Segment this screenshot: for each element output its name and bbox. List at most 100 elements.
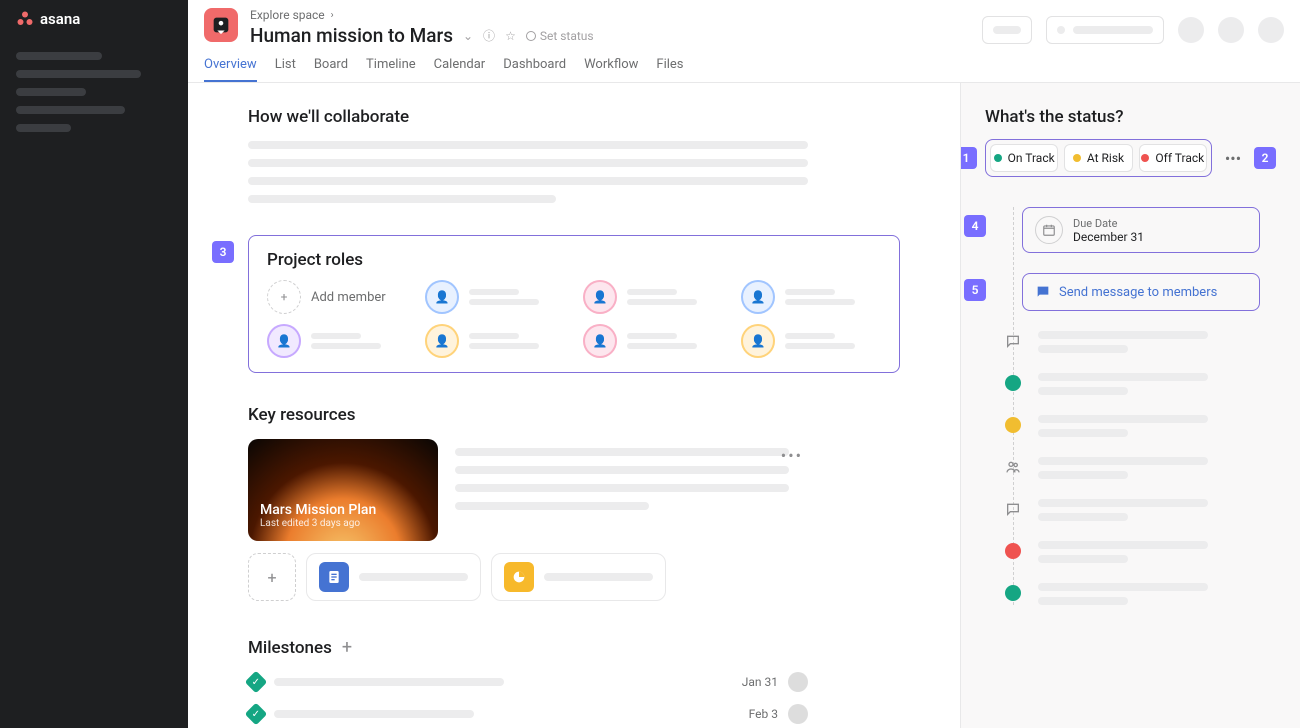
calendar-icon — [1035, 216, 1063, 244]
due-label: Due Date — [1073, 217, 1144, 230]
set-status-button[interactable]: Set status — [526, 29, 594, 43]
breadcrumb-parent[interactable]: Explore space — [250, 8, 325, 22]
status-at-risk[interactable]: At Risk — [1064, 144, 1132, 172]
status-dot-icon — [1005, 543, 1021, 559]
status-more-button[interactable]: ••• — [1218, 149, 1248, 168]
header-actions — [982, 16, 1284, 44]
brief-title: Mars Mission Plan — [260, 502, 426, 518]
dot-icon — [1073, 154, 1081, 162]
milestone-complete-icon: ✓ — [245, 703, 268, 726]
due-date-chip[interactable]: Due Date December 31 — [1022, 207, 1260, 253]
send-message-button[interactable]: Send message to members — [1022, 273, 1260, 311]
project-header: Explore space › Human mission to Mars ⌄ … — [188, 0, 1300, 83]
project-role-member[interactable]: 👤 — [267, 324, 407, 358]
brief-subtitle: Last edited 3 days ago — [260, 518, 426, 529]
tab-files[interactable]: Files — [656, 57, 683, 82]
avatar — [788, 672, 808, 692]
attachment-doc[interactable] — [306, 553, 481, 601]
tab-workflow[interactable]: Workflow — [584, 57, 638, 82]
project-role-member[interactable]: 👤 — [425, 324, 565, 358]
people-icon — [1005, 459, 1021, 475]
chat-icon — [1005, 333, 1021, 349]
tab-dashboard[interactable]: Dashboard — [503, 57, 566, 82]
annotation-4: 4 — [964, 215, 986, 237]
milestone-complete-icon: ✓ — [245, 671, 268, 694]
annotation-5: 5 — [964, 279, 986, 301]
add-milestone-button[interactable]: + — [342, 637, 352, 658]
status-on-track[interactable]: On Track — [990, 144, 1058, 172]
section-roles-heading: Project roles — [267, 250, 881, 270]
avatar: 👤 — [583, 324, 617, 358]
brief-description: ••• — [454, 439, 808, 541]
section-milestones-heading: Milestones — [248, 638, 332, 658]
left-sidebar: asana — [0, 0, 188, 728]
project-role-member[interactable]: 👤 — [425, 280, 565, 314]
milestone-row[interactable]: ✓ Jan 31 — [248, 666, 808, 698]
add-attachment-button[interactable]: + — [248, 553, 296, 601]
project-role-member[interactable]: 👤 — [583, 324, 723, 358]
milestone-date: Feb 3 — [749, 707, 778, 721]
more-icon[interactable]: ••• — [781, 446, 803, 465]
set-status-label: Set status — [540, 29, 594, 43]
status-empty-icon — [526, 31, 536, 41]
due-value: December 31 — [1073, 230, 1144, 244]
send-message-label: Send message to members — [1059, 285, 1217, 300]
tab-overview[interactable]: Overview — [204, 57, 257, 82]
add-member-button[interactable]: + Add member — [267, 280, 407, 314]
header-avatar[interactable] — [1258, 17, 1284, 43]
project-roles-card: Project roles + Add member 👤 👤 👤 👤 👤 👤 👤 — [248, 235, 900, 373]
project-icon[interactable] — [204, 8, 238, 42]
section-resources-heading: Key resources — [248, 405, 808, 425]
annotation-2: 2 — [1254, 147, 1276, 169]
status-off-track[interactable]: Off Track — [1139, 144, 1207, 172]
activity-timeline: 4 Due Date December 31 5 — [1013, 207, 1276, 605]
brand-label: asana — [40, 10, 80, 28]
annotation-1: 1 — [960, 147, 977, 169]
project-role-member[interactable]: 👤 — [741, 280, 881, 314]
avatar: 👤 — [741, 280, 775, 314]
section-collaborate-heading: How we'll collaborate — [248, 107, 808, 127]
avatar: 👤 — [425, 280, 459, 314]
dot-icon — [1141, 154, 1149, 162]
avatar — [788, 704, 808, 724]
project-brief-card[interactable]: Mars Mission Plan Last edited 3 days ago — [248, 439, 438, 541]
chevron-down-icon[interactable]: ⌄ — [463, 29, 473, 43]
chevron-right-icon: › — [331, 10, 334, 21]
plus-icon: + — [267, 280, 301, 314]
avatar: 👤 — [741, 324, 775, 358]
customize-button[interactable] — [1046, 16, 1164, 44]
annotation-3: 3 — [212, 241, 234, 263]
overview-main: How we'll collaborate 3 Project roles + … — [188, 83, 960, 728]
tab-timeline[interactable]: Timeline — [366, 57, 416, 82]
avatar: 👤 — [267, 324, 301, 358]
status-dot-icon — [1005, 585, 1021, 601]
project-role-member[interactable]: 👤 — [741, 324, 881, 358]
tab-board[interactable]: Board — [314, 57, 348, 82]
project-tabs: Overview List Board Timeline Calendar Da… — [204, 57, 1284, 82]
milestone-date: Jan 31 — [742, 675, 778, 689]
chat-icon — [1005, 501, 1021, 517]
project-title[interactable]: Human mission to Mars — [250, 24, 453, 47]
doc-icon — [319, 562, 349, 592]
chat-icon — [1035, 284, 1051, 300]
status-dot-icon — [1005, 417, 1021, 433]
header-avatar[interactable] — [1178, 17, 1204, 43]
status-heading: What's the status? — [985, 107, 1276, 127]
milestone-row[interactable]: ✓ Feb 3 — [248, 698, 808, 728]
status-sidebar: What's the status? 1 On Track At Risk Of… — [960, 83, 1300, 728]
avatar: 👤 — [425, 324, 459, 358]
asana-logo-icon — [16, 10, 34, 28]
tab-calendar[interactable]: Calendar — [434, 57, 486, 82]
share-button[interactable] — [982, 16, 1032, 44]
info-icon[interactable]: ⓘ — [483, 27, 495, 44]
dot-icon — [994, 154, 1002, 162]
add-member-label: Add member — [311, 290, 386, 305]
project-role-member[interactable]: 👤 — [583, 280, 723, 314]
attachment-slides[interactable] — [491, 553, 666, 601]
header-avatar[interactable] — [1218, 17, 1244, 43]
status-picker: On Track At Risk Off Track — [985, 139, 1212, 177]
asana-logo[interactable]: asana — [16, 10, 172, 28]
slides-icon — [504, 562, 534, 592]
tab-list[interactable]: List — [275, 57, 296, 82]
star-icon[interactable]: ☆ — [505, 29, 516, 43]
